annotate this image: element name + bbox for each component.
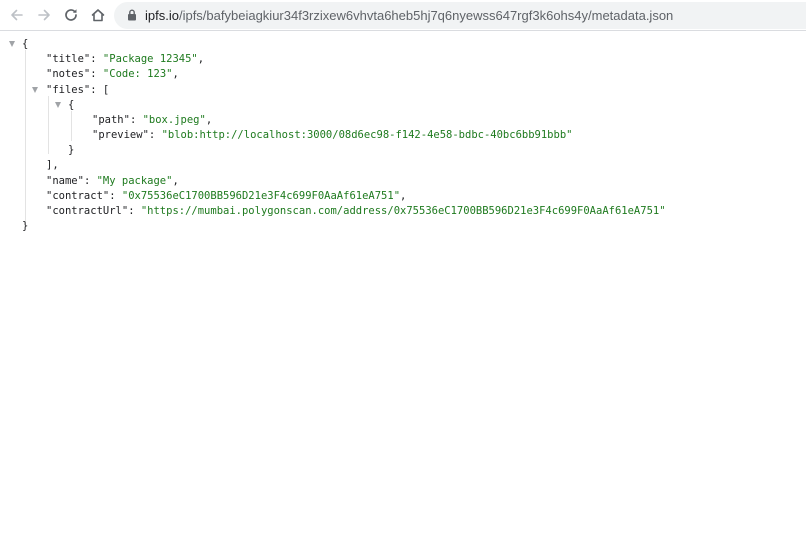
json-line-notes: "notes": "Code: 123", (46, 68, 179, 80)
indent-guide-files (48, 96, 49, 154)
preview-value: "blob:http://localhost:3000/08d6ec98-f14… (161, 129, 573, 141)
home-button[interactable] (88, 5, 108, 25)
collapse-root-toggle[interactable] (9, 41, 15, 47)
address-bar[interactable]: ipfs.io/ipfs/bafybeiagkiur34f3rzixew6vhv… (114, 2, 806, 29)
files-key: "files" (46, 84, 91, 96)
json-line-contract: "contract": "0x75536eC1700BB596D21e3F4c6… (46, 190, 407, 202)
json-line-item-close: } (68, 143, 74, 158)
path-key: "path" (92, 114, 130, 126)
json-line-path: "path": "box.jpeg", (92, 114, 213, 126)
url-host: ipfs.io (145, 8, 179, 23)
home-icon (91, 9, 105, 22)
browser-toolbar: ipfs.io/ipfs/bafybeiagkiur34f3rzixew6vhv… (0, 0, 806, 31)
json-line-files-close: ], (46, 158, 59, 173)
json-line-open: { (22, 37, 28, 52)
name-key: "name" (46, 175, 84, 187)
json-line-name: "name": "My package", (46, 175, 179, 187)
url-path: /ipfs/bafybeiagkiur34f3rzixew6vhvta6heb5… (178, 8, 674, 23)
collapse-file-item-toggle[interactable] (55, 102, 61, 108)
url-text: ipfs.io/ipfs/bafybeiagkiur34f3rzixew6vhv… (145, 2, 673, 29)
indent-guide-root (25, 50, 26, 226)
reload-icon (65, 9, 77, 21)
notes-key: "notes" (46, 68, 91, 80)
json-line-close: } (22, 219, 28, 234)
contract-url-value: "https://mumbai.polygonscan.com/address/… (140, 205, 666, 217)
notes-value: "Code: 123" (102, 68, 173, 80)
json-line-contract-url: "contractUrl": "https://mumbai.polygonsc… (46, 205, 666, 217)
arrow-right-icon (38, 9, 50, 21)
files-close-bracket: ], (46, 159, 59, 171)
files-open-bracket: [ (102, 84, 110, 96)
forward-button[interactable] (34, 5, 54, 25)
item-open-brace: { (68, 99, 75, 111)
preview-key: "preview" (92, 129, 149, 141)
name-value: "My package" (96, 175, 173, 187)
contract-key: "contract" (46, 190, 110, 202)
item-close-brace: } (68, 144, 75, 156)
indent-guide-file-item (71, 111, 72, 141)
collapse-files-toggle[interactable] (32, 87, 38, 93)
lock-icon (128, 9, 136, 21)
reload-button[interactable] (61, 5, 81, 25)
json-line-title: "title": "Package 12345", (46, 53, 205, 65)
title-key: "title" (46, 53, 91, 65)
contract-value: "0x75536eC1700BB596D21e3F4c699F0AaAf61eA… (121, 190, 401, 202)
json-line-files: "files": [ (46, 84, 110, 96)
open-brace: { (22, 38, 29, 50)
close-brace: } (22, 220, 29, 232)
contract-url-key: "contractUrl" (46, 205, 129, 217)
json-line-item-open: { (68, 98, 74, 113)
back-button[interactable] (7, 5, 27, 25)
title-value: "Package 12345" (102, 53, 198, 65)
json-line-preview: "preview": "blob:http://localhost:3000/0… (92, 129, 573, 141)
arrow-left-icon (11, 9, 23, 21)
path-value: "box.jpeg" (142, 114, 206, 126)
